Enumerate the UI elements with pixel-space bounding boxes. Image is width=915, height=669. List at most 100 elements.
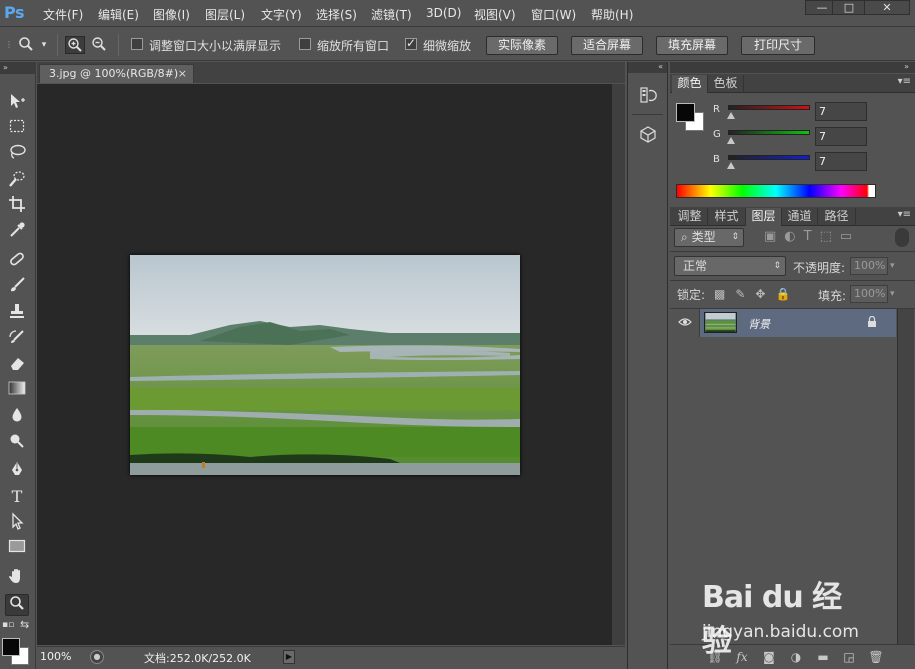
path-selection-tool-icon[interactable] <box>5 512 29 534</box>
layer-row[interactable]: 背景 <box>670 309 896 337</box>
layers-scrollbar[interactable] <box>897 309 914 644</box>
channel-r-value[interactable]: 7 <box>815 102 867 121</box>
zoom-level-field[interactable]: 100% <box>40 650 71 663</box>
resize-windows-label: 调整窗口大小以满屏显示 <box>149 39 282 53</box>
menu-file[interactable]: 文件(F) <box>43 6 83 23</box>
zoom-in-icon[interactable] <box>65 36 85 54</box>
scrubby-zoom-checkbox[interactable] <box>405 36 417 50</box>
menu-window[interactable]: 窗口(W) <box>531 6 576 23</box>
channel-g-thumb[interactable] <box>727 137 735 144</box>
clone-stamp-tool-icon[interactable] <box>5 302 29 324</box>
gradient-tool-icon[interactable] <box>5 380 29 402</box>
marquee-tool-icon[interactable] <box>5 118 29 140</box>
menu-view[interactable]: 视图(V) <box>474 6 516 23</box>
blend-mode-dropdown[interactable]: 正常 ⇕ <box>674 256 786 276</box>
opacity-dropdown-icon[interactable]: ▾ <box>890 261 895 271</box>
expand-dock-icon[interactable]: « <box>628 62 667 73</box>
channel-b-value[interactable]: 7 <box>815 152 867 171</box>
history-brush-tool-icon[interactable] <box>5 328 29 350</box>
3d-panel-icon[interactable] <box>636 125 660 149</box>
layers-panel-menu-icon[interactable]: ▾≡ <box>898 209 911 220</box>
chevron-updown-icon: ⇕ <box>731 232 739 242</box>
close-button[interactable]: ✕ <box>864 0 910 15</box>
eye-icon[interactable] <box>670 309 700 337</box>
default-colors-icon[interactable]: ▪▫ <box>2 620 14 630</box>
tab-channels[interactable]: 通道 <box>782 208 818 226</box>
zoom-tool-icon[interactable] <box>5 594 29 616</box>
color-spectrum-bar[interactable] <box>676 184 876 198</box>
channel-r-label: R <box>713 104 720 115</box>
channel-r-slider[interactable] <box>728 105 810 110</box>
rectangle-tool-icon[interactable] <box>5 538 29 560</box>
color-panel-menu-icon[interactable]: ▾≡ <box>898 76 911 87</box>
blur-tool-icon[interactable] <box>5 406 29 428</box>
zoom-tool-preset-icon[interactable] <box>16 36 36 54</box>
menu-image[interactable]: 图像(I) <box>153 6 190 23</box>
channel-g-slider[interactable] <box>728 130 810 135</box>
tab-color[interactable]: 颜色 <box>672 75 708 93</box>
channel-r-thumb[interactable] <box>727 112 735 119</box>
canvas-vertical-scrollbar[interactable] <box>612 84 625 645</box>
eyedropper-tool-icon[interactable] <box>5 221 29 243</box>
crop-tool-icon[interactable] <box>5 195 29 217</box>
layer-filter-dropdown[interactable]: ⌕ 类型 ⇕ <box>674 228 744 247</box>
menu-3d[interactable]: 3D(D) <box>426 6 461 20</box>
channel-b-thumb[interactable] <box>727 162 735 169</box>
document-tab[interactable]: 3.jpg @ 100%(RGB/8#) × <box>39 64 194 83</box>
layer-filter-icons[interactable]: ▣◐T⬚▭ <box>764 229 860 244</box>
foreground-color-swatch[interactable] <box>2 638 20 656</box>
eraser-tool-icon[interactable] <box>5 354 29 376</box>
channel-b-slider[interactable] <box>728 155 810 160</box>
type-tool-icon[interactable]: T <box>5 486 29 508</box>
history-panel-icon[interactable] <box>636 85 660 109</box>
swap-colors-icon[interactable]: ⇆ <box>20 618 29 631</box>
channel-g-label: G <box>713 129 721 140</box>
quick-selection-tool-icon[interactable] <box>5 170 29 192</box>
fill-screen-button[interactable]: 填充屏幕 <box>656 36 728 55</box>
maximize-button[interactable]: □ <box>832 0 866 15</box>
layer-thumbnail <box>704 312 737 333</box>
collapse-panels-icon[interactable]: » <box>670 62 915 73</box>
resize-windows-checkbox[interactable] <box>131 38 143 50</box>
menu-layer[interactable]: 图层(L) <box>205 6 245 23</box>
menu-edit[interactable]: 编辑(E) <box>98 6 139 23</box>
zoom-out-icon[interactable] <box>89 36 109 54</box>
healing-brush-tool-icon[interactable] <box>5 250 29 272</box>
menu-filter[interactable]: 滤镜(T) <box>371 6 412 23</box>
status-options-icon[interactable]: ● <box>90 650 104 664</box>
tab-layers[interactable]: 图层 <box>746 208 782 226</box>
move-tool-icon[interactable] <box>5 92 29 114</box>
tab-styles[interactable]: 样式 <box>708 208 746 226</box>
channel-g-value[interactable]: 7 <box>815 127 867 146</box>
fit-screen-button[interactable]: 适合屏幕 <box>571 36 643 55</box>
menu-select[interactable]: 选择(S) <box>316 6 357 23</box>
tab-adjustments[interactable]: 调整 <box>672 208 708 226</box>
preset-dropdown-icon[interactable]: ▾ <box>38 36 50 54</box>
status-menu-arrow-icon[interactable]: ▶ <box>283 650 295 664</box>
filter-toggle-icon[interactable] <box>895 228 909 247</box>
collapse-toolbar-icon[interactable]: » <box>0 62 36 74</box>
opacity-field[interactable]: 100% <box>850 257 888 275</box>
print-size-button[interactable]: 打印尺寸 <box>741 36 815 55</box>
lock-options-icons[interactable]: ▩✎✥🔒 <box>714 287 800 301</box>
actual-pixels-button[interactable]: 实际像素 <box>486 36 558 55</box>
tab-paths[interactable]: 路径 <box>818 208 856 226</box>
pen-tool-icon[interactable] <box>5 460 29 482</box>
dodge-tool-icon[interactable] <box>5 432 29 454</box>
color-panel-foreground-swatch[interactable] <box>676 103 695 122</box>
zoom-all-windows-checkbox[interactable] <box>299 38 311 50</box>
brush-tool-icon[interactable] <box>5 276 29 298</box>
canvas-area[interactable] <box>37 84 612 645</box>
collapsed-panel-dock: « <box>627 62 668 669</box>
grip-icon: ⋮ <box>5 40 13 49</box>
fill-dropdown-icon[interactable]: ▾ <box>890 289 895 299</box>
lasso-tool-icon[interactable] <box>5 144 29 166</box>
search-icon: ⌕ <box>681 230 688 244</box>
close-document-icon[interactable]: × <box>178 65 187 82</box>
fill-field[interactable]: 100% <box>850 285 888 303</box>
menu-help[interactable]: 帮助(H) <box>591 6 633 23</box>
tab-swatches[interactable]: 色板 <box>708 75 744 93</box>
layer-name: 背景 <box>748 318 770 331</box>
hand-tool-icon[interactable] <box>5 567 29 589</box>
menu-type[interactable]: 文字(Y) <box>261 6 302 23</box>
